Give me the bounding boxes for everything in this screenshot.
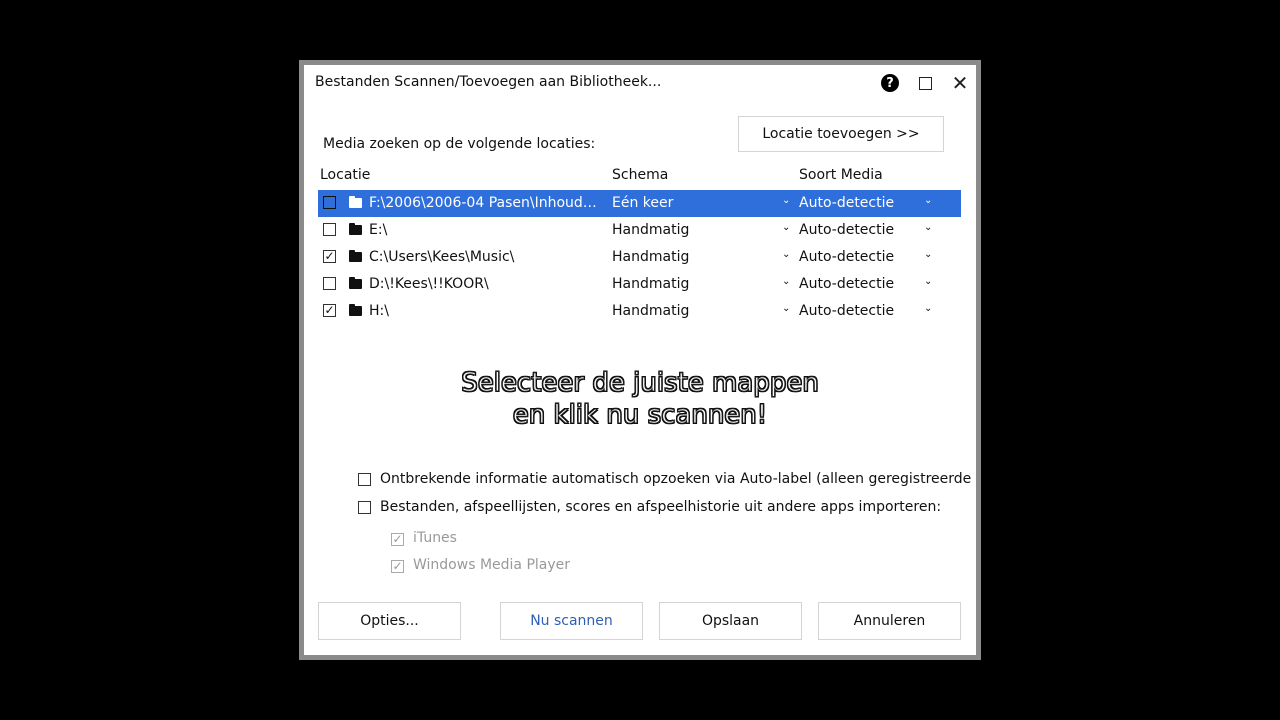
location-row[interactable]: D:\!Kees\!!KOOR\ Handmatig ⌄ Auto-detectie ⌄	[318, 271, 961, 298]
row-path: C:\Users\Kees\Music\	[369, 249, 515, 265]
maximize-icon	[918, 76, 932, 90]
add-location-button[interactable]: Locatie toevoegen >>	[738, 116, 944, 152]
folder-icon	[349, 304, 362, 316]
close-icon: ✕	[951, 71, 969, 95]
chevron-down-icon[interactable]: ⌄	[924, 276, 932, 287]
itunes-checkbox: ✓	[391, 532, 404, 546]
row-checkbox[interactable]: ✓	[323, 250, 336, 263]
chevron-down-icon[interactable]: ⌄	[782, 303, 790, 314]
folder-icon	[349, 250, 362, 262]
location-row[interactable]: ✓ C:\Users\Kees\Music\ Handmatig ⌄ Auto-dete…	[318, 244, 961, 271]
close-button[interactable]: ✕	[949, 72, 971, 94]
column-header-media[interactable]: Soort Media	[799, 167, 883, 183]
chevron-down-icon[interactable]: ⌄	[782, 195, 790, 206]
media-type-dropdown[interactable]: Auto-detectie	[799, 222, 894, 238]
media-type-dropdown[interactable]: Auto-detectie	[799, 249, 894, 265]
chevron-down-icon[interactable]: ⌄	[924, 303, 932, 314]
row-path: F:\2006\2006-04 Pasen\Inhoud\...	[369, 195, 599, 211]
caption-line-1: Selecteer de juiste mappen	[461, 368, 820, 399]
scan-now-button[interactable]: Nu scannen	[500, 602, 643, 640]
dialog-title: Bestanden Scannen/Toevoegen aan Biblioth…	[315, 74, 662, 90]
column-header-schema[interactable]: Schema	[612, 167, 668, 183]
wmp-checkbox: ✓	[391, 559, 404, 573]
intro-text: Media zoeken op de volgende locaties:	[323, 136, 596, 152]
row-checkbox[interactable]	[323, 196, 336, 209]
location-row[interactable]: E:\ Handmatig ⌄ Auto-detectie ⌄	[318, 217, 961, 244]
location-row[interactable]: F:\2006\2006-04 Pasen\Inhoud\... Eén keer…	[318, 190, 961, 217]
row-path: H:\	[369, 303, 389, 319]
chevron-down-icon[interactable]: ⌄	[782, 276, 790, 287]
row-checkbox[interactable]	[323, 277, 336, 290]
schema-dropdown[interactable]: Eén keer	[612, 195, 673, 211]
row-path: E:\	[369, 222, 388, 238]
media-type-dropdown[interactable]: Auto-detectie	[799, 195, 894, 211]
folder-icon	[349, 223, 362, 235]
schema-dropdown[interactable]: Handmatig	[612, 276, 689, 292]
auto-label-text: Ontbrekende informatie automatisch opzoe…	[380, 471, 976, 487]
row-checkbox[interactable]: ✓	[323, 304, 336, 317]
chevron-down-icon[interactable]: ⌄	[924, 195, 932, 206]
media-type-dropdown[interactable]: Auto-detectie	[799, 276, 894, 292]
chevron-down-icon[interactable]: ⌄	[924, 222, 932, 233]
help-button[interactable]: ?	[879, 72, 901, 94]
schema-dropdown[interactable]: Handmatig	[612, 303, 689, 319]
row-checkbox[interactable]	[323, 223, 336, 236]
title-bar: Bestanden Scannen/Toevoegen aan Biblioth…	[304, 65, 976, 101]
caption-line-2: en klik nu scannen!	[512, 400, 768, 431]
chevron-down-icon[interactable]: ⌄	[782, 222, 790, 233]
schema-dropdown[interactable]: Handmatig	[612, 249, 689, 265]
row-path: D:\!Kees\!!KOOR\	[369, 276, 489, 292]
options-button[interactable]: Opties...	[318, 602, 461, 640]
media-type-dropdown[interactable]: Auto-detectie	[799, 303, 894, 319]
chevron-down-icon[interactable]: ⌄	[782, 249, 790, 260]
folder-icon	[349, 277, 362, 289]
import-text: Bestanden, afspeellijsten, scores en afs…	[380, 499, 942, 515]
auto-label-checkbox[interactable]	[358, 473, 371, 486]
wmp-label: Windows Media Player	[413, 557, 571, 573]
maximize-button[interactable]	[914, 72, 936, 94]
schema-dropdown[interactable]: Handmatig	[612, 222, 689, 238]
cancel-button[interactable]: Annuleren	[818, 602, 961, 640]
chevron-down-icon[interactable]: ⌄	[924, 249, 932, 260]
save-button[interactable]: Opslaan	[659, 602, 802, 640]
import-checkbox[interactable]	[358, 501, 371, 514]
scan-dialog: Bestanden Scannen/Toevoegen aan Biblioth…	[304, 65, 976, 655]
column-header-location[interactable]: Locatie	[320, 167, 370, 183]
help-icon: ?	[881, 74, 899, 92]
folder-icon	[349, 196, 362, 208]
location-row[interactable]: ✓ H:\ Handmatig ⌄ Auto-detectie ⌄	[318, 298, 961, 325]
location-list: F:\2006\2006-04 Pasen\Inhoud\... Eén keer…	[318, 190, 961, 325]
itunes-label: iTunes	[413, 530, 457, 546]
